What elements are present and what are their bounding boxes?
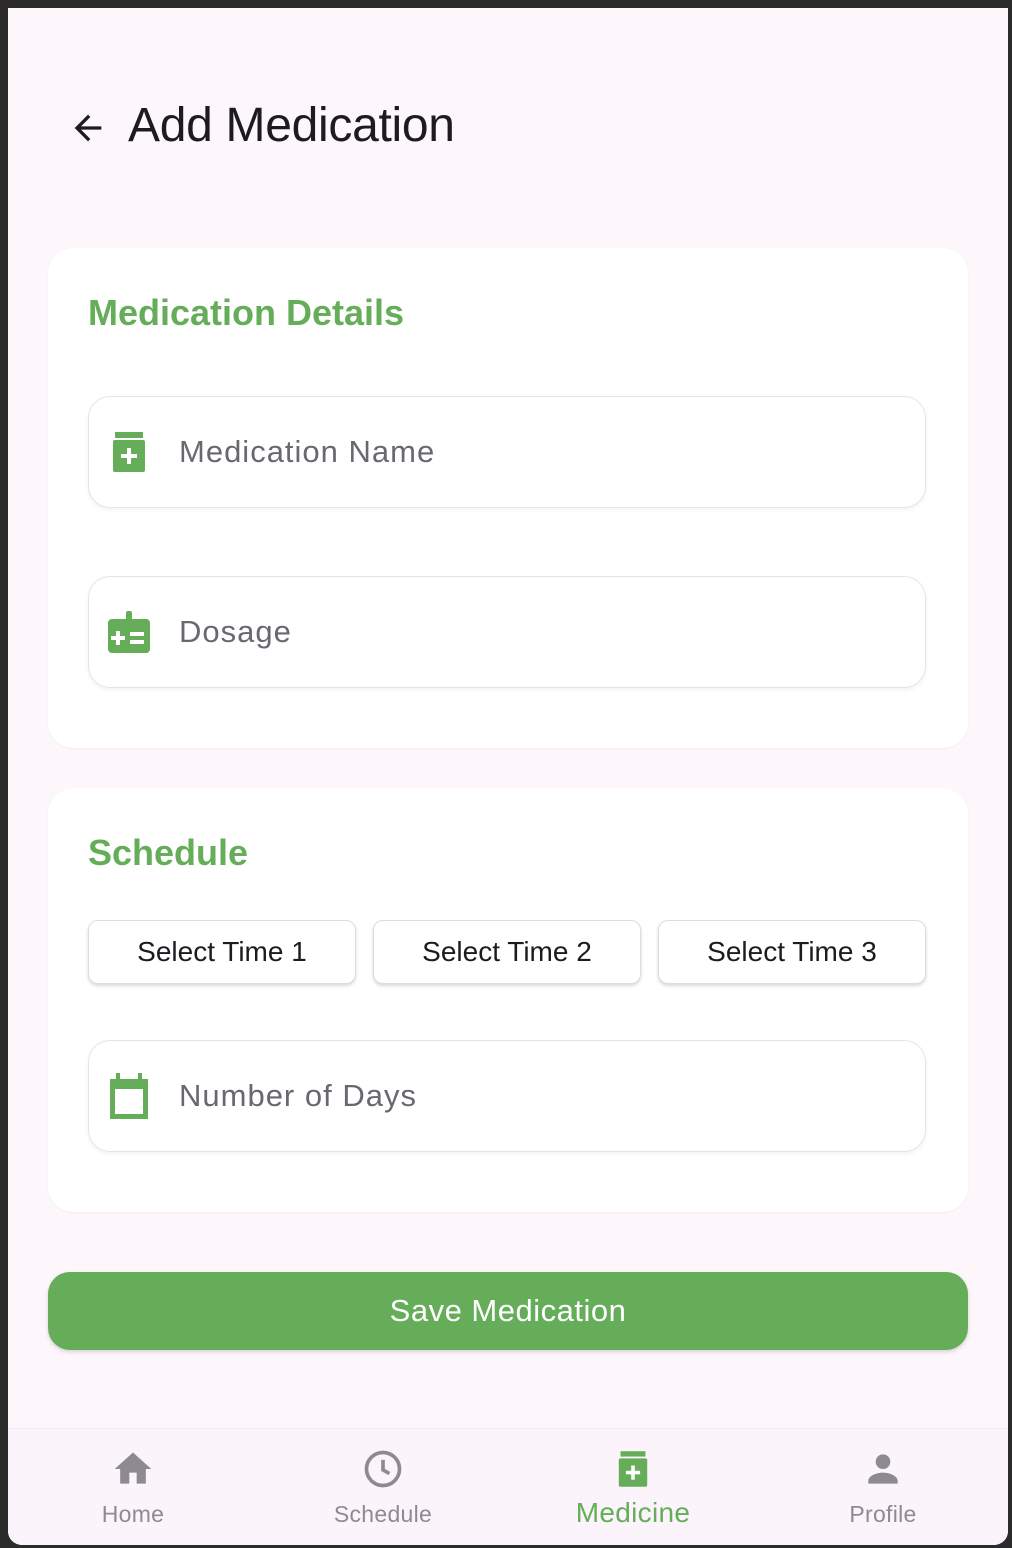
medication-details-card: Medication Details (48, 248, 968, 748)
calendar-icon (107, 1073, 151, 1119)
app-screen: Add Medication Medication Details Medica… (8, 8, 1008, 1545)
select-time-3-button[interactable]: Select Time 3 (658, 920, 926, 984)
save-medication-button[interactable]: Save Medication (48, 1272, 968, 1350)
medication-name-input[interactable] (179, 397, 905, 507)
bottom-navigation: Home Schedule Medicine Profile (8, 1428, 1008, 1545)
dosage-input[interactable] (179, 577, 905, 687)
nav-item-medicine[interactable]: Medicine (508, 1429, 758, 1545)
nav-label-profile: Profile (849, 1501, 917, 1527)
medication-icon (107, 430, 151, 474)
nav-item-profile[interactable]: Profile (758, 1429, 1008, 1545)
time-buttons-row: Select Time 1 Select Time 2 Select Time … (88, 920, 928, 984)
clock-icon (361, 1447, 405, 1491)
back-button[interactable] (64, 104, 112, 152)
person-icon (861, 1447, 905, 1491)
select-time-2-button[interactable]: Select Time 2 (373, 920, 641, 984)
nav-item-schedule[interactable]: Schedule (258, 1429, 508, 1545)
nav-label-medicine: Medicine (575, 1497, 691, 1528)
schedule-card: Schedule Select Time 1 Select Time 2 Sel… (48, 788, 968, 1212)
arrow-back-icon (74, 114, 102, 142)
number-of-days-field[interactable] (88, 1040, 926, 1152)
section-title-schedule: Schedule (88, 832, 249, 873)
nav-item-home[interactable]: Home (8, 1429, 258, 1545)
page-title: Add Medication (128, 99, 455, 152)
dosage-icon (107, 610, 151, 654)
section-title-details: Medication Details (88, 292, 405, 333)
nav-label-schedule: Schedule (333, 1501, 433, 1527)
app-bar: Add Medication (8, 68, 1008, 188)
medication-icon (611, 1447, 655, 1491)
home-icon (111, 1447, 155, 1491)
nav-label-home: Home (101, 1501, 165, 1527)
number-of-days-input[interactable] (179, 1041, 905, 1151)
medication-name-field[interactable] (88, 396, 926, 508)
dosage-field[interactable] (88, 576, 926, 688)
select-time-1-button[interactable]: Select Time 1 (88, 920, 356, 984)
